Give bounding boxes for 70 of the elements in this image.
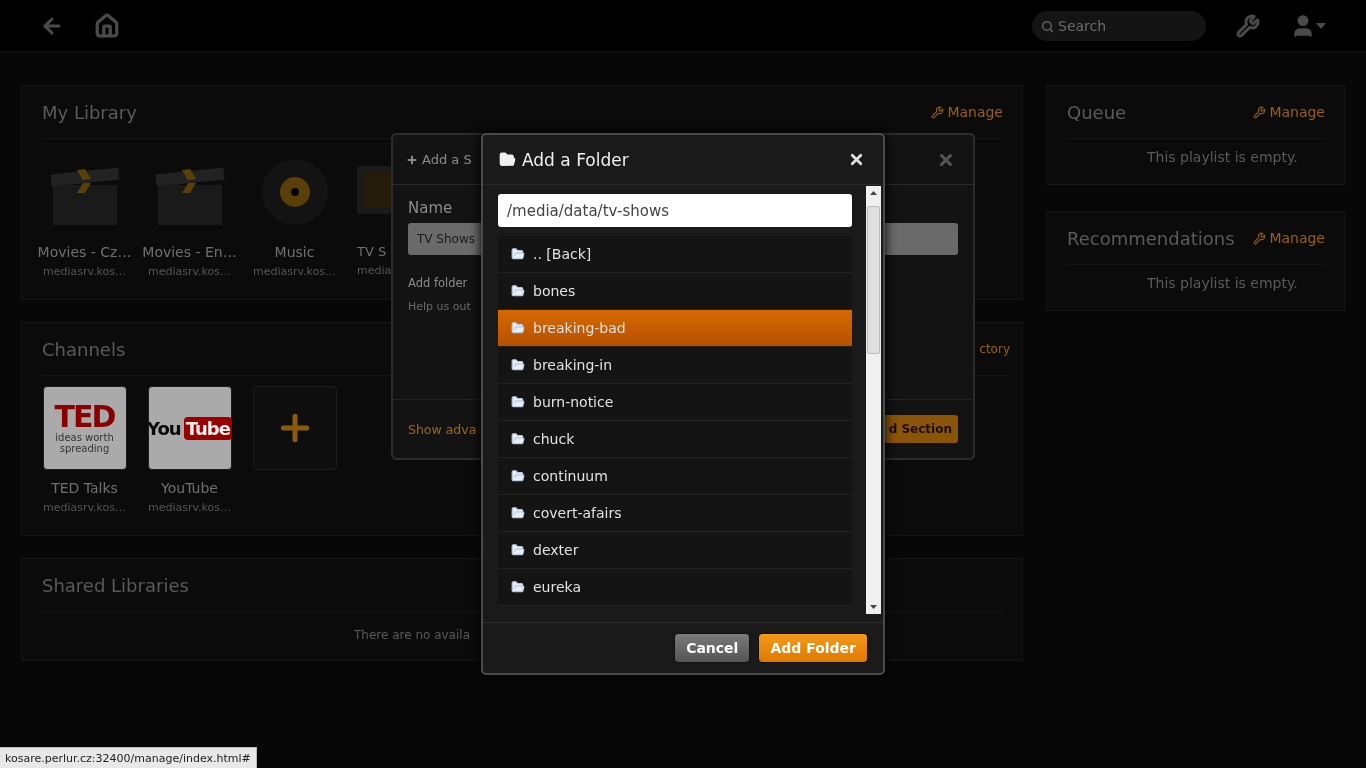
add-folder-button[interactable]: Add Folder (758, 633, 868, 663)
folder-row[interactable]: eureka (498, 569, 852, 606)
folder-row[interactable]: covert-afairs (498, 495, 852, 532)
server-name: mediasrv.kos… (42, 501, 127, 514)
folder-row[interactable]: .. [Back] (498, 236, 852, 273)
folder-icon (511, 284, 525, 298)
server-name: mediasrv.kos… (147, 501, 232, 514)
wrench-icon (931, 105, 945, 119)
panel-title: Recommendations (1067, 227, 1235, 249)
field-label: Name (408, 199, 453, 217)
folder-icon (511, 469, 525, 483)
wrench-icon (1253, 231, 1267, 245)
folder-icon (511, 543, 525, 557)
server-name: mediasrv.kos… (42, 265, 127, 278)
folder-icon (511, 432, 525, 446)
field-label: Add folder (408, 276, 468, 290)
vinyl-record-icon (259, 156, 330, 227)
panel-title: Queue (1067, 101, 1127, 123)
empty-message: There are no availa (353, 627, 471, 642)
search-field[interactable]: Search (1032, 10, 1206, 41)
panel-title: Shared Libraries (42, 574, 189, 596)
folder-row[interactable]: breaking-bad (498, 310, 852, 347)
wrench-icon (1253, 105, 1267, 119)
folder-icon (499, 151, 516, 168)
library-title[interactable]: Movies - En… (142, 244, 237, 260)
close-button[interactable] (848, 151, 865, 168)
server-name: mediasrv.kos… (252, 265, 337, 278)
advanced-link[interactable]: Show adva (408, 421, 477, 437)
scrollbar[interactable] (866, 186, 881, 614)
cancel-button[interactable]: Cancel (674, 633, 751, 663)
directory-link[interactable]: ctory (979, 342, 1010, 356)
folder-row[interactable]: burn-notice (498, 384, 852, 421)
folder-row[interactable]: chuck (498, 421, 852, 458)
folder-row[interactable]: continuum (498, 458, 852, 495)
library-title[interactable]: Movies - Cz… (37, 244, 132, 260)
home-icon[interactable] (94, 12, 120, 39)
logo-text: TED (54, 402, 115, 432)
empty-message: This playlist is empty. (1146, 274, 1299, 291)
empty-message: This playlist is empty. (1146, 148, 1299, 165)
dialog-title: Add a Folder (522, 149, 629, 170)
folder-icon (511, 580, 525, 594)
add-channel-button[interactable] (252, 386, 337, 470)
server-name: media (357, 264, 392, 277)
plus-icon (406, 153, 418, 166)
manage-link[interactable]: Manage (931, 104, 1003, 120)
folder-icon (511, 506, 525, 520)
wrench-icon[interactable] (1236, 13, 1260, 38)
status-bar: kosare.perlur.cz:32400/manage/index.html# (0, 747, 257, 768)
library-title[interactable]: TV S (357, 244, 387, 259)
search-icon (1041, 19, 1054, 33)
library-title[interactable]: Music (274, 244, 315, 260)
panel-title: My Library (42, 101, 137, 123)
help-text: Help us out (408, 300, 471, 313)
channel-thumbnail[interactable]: TED ideas worth spreading (42, 386, 127, 470)
panel-title: Channels (42, 338, 126, 360)
folder-icon (511, 247, 525, 261)
channel-title[interactable]: YouTube (161, 480, 218, 496)
folder-row[interactable]: bones (498, 273, 852, 310)
server-name: mediasrv.kos… (147, 265, 232, 278)
manage-link[interactable]: Manage (1253, 230, 1325, 246)
folder-icon (511, 395, 525, 409)
folder-row[interactable]: breaking-in (498, 347, 852, 384)
logo-tagline: ideas worth spreading (54, 432, 115, 454)
folder-icon (511, 321, 525, 335)
folder-icon (511, 358, 525, 372)
channel-title[interactable]: TED Talks (51, 480, 118, 496)
manage-link[interactable]: Manage (1253, 104, 1325, 120)
path-field[interactable]: /media/data/tv-shows (498, 194, 852, 227)
dialog-title: Add a S (422, 152, 472, 167)
folder-row[interactable]: dexter (498, 532, 852, 569)
